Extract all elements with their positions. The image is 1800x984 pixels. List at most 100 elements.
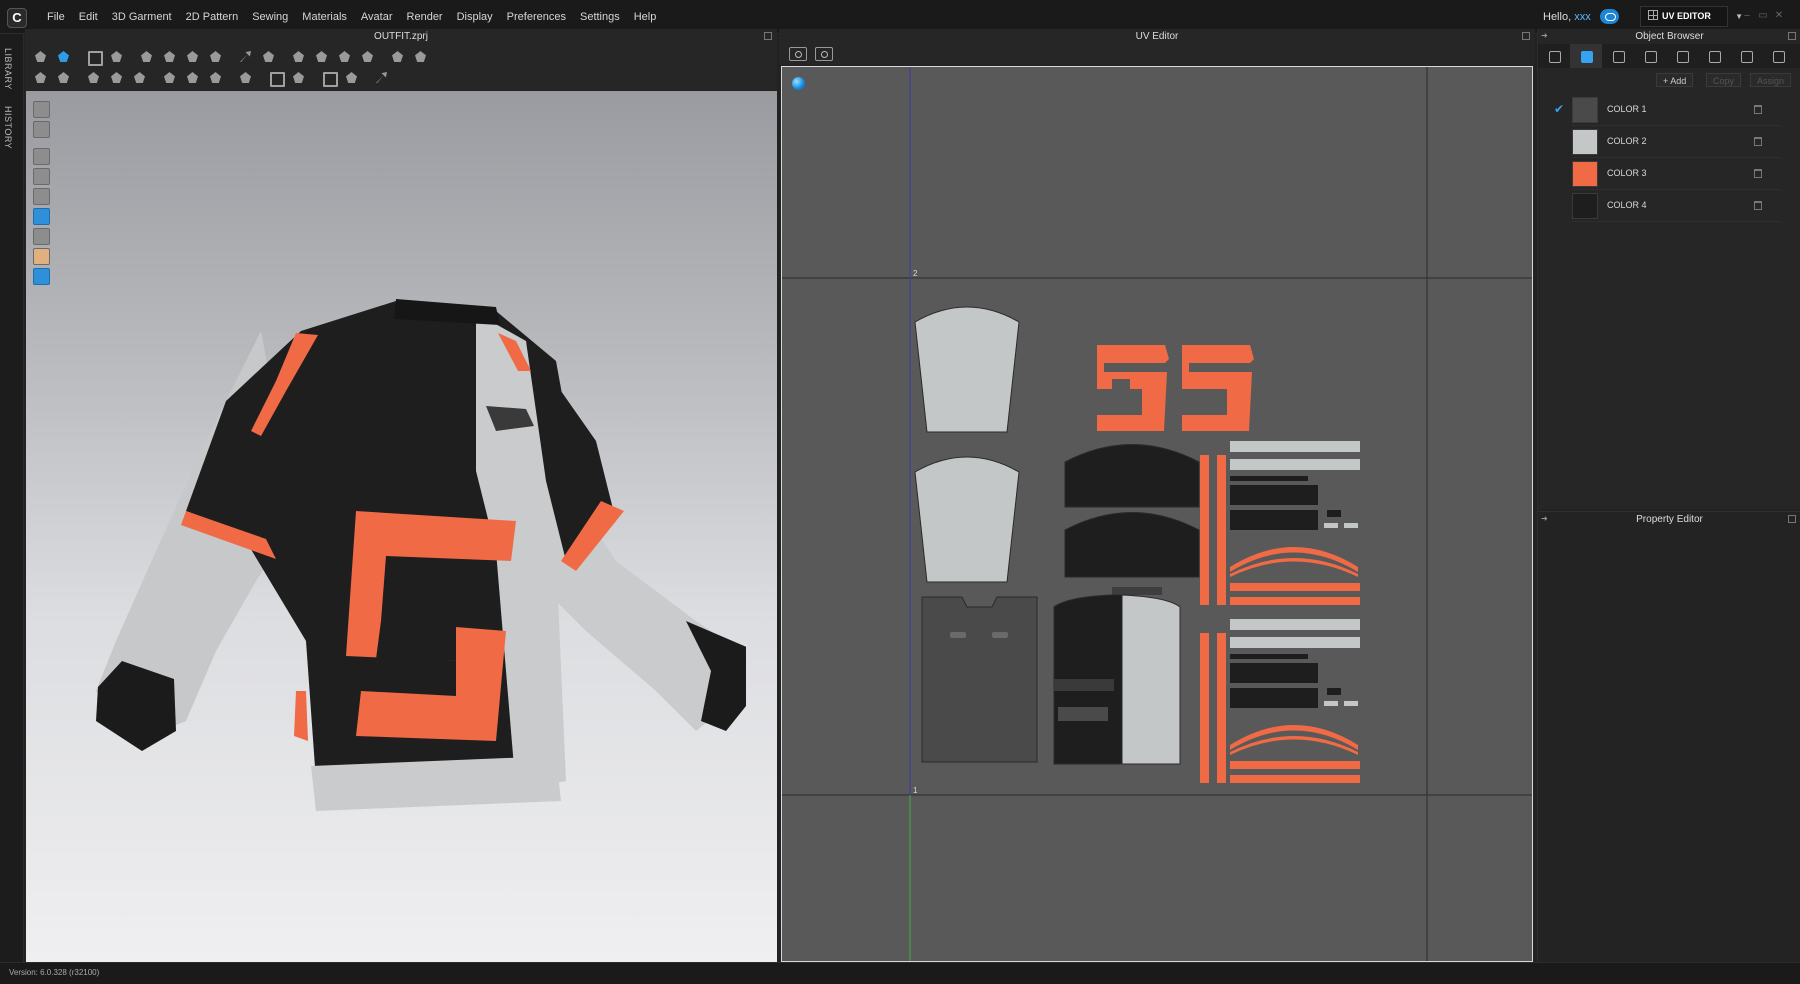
tack-icon[interactable] [107, 68, 126, 87]
zipper-icon[interactable] [1698, 44, 1730, 68]
fabric-swatch[interactable] [1572, 193, 1598, 219]
uv-tab-piece[interactable] [1327, 510, 1341, 517]
topstitch-icon[interactable] [1666, 44, 1698, 68]
fabric-swatch[interactable] [1572, 161, 1598, 187]
uv-trim-light[interactable] [1230, 637, 1360, 648]
uv-trim-strip[interactable] [1230, 761, 1360, 769]
panel-expand-icon[interactable] [1788, 515, 1796, 523]
uv-trim-strip[interactable] [1217, 633, 1226, 783]
uv-tab-piece[interactable] [1344, 701, 1358, 706]
texture-edit-icon[interactable] [266, 68, 285, 87]
uv-sleeve-piece[interactable] [914, 456, 1020, 583]
button-icon[interactable] [1602, 44, 1634, 68]
tack-on-avatar-icon[interactable] [130, 68, 149, 87]
buttonhole-icon[interactable] [183, 68, 202, 87]
maximize-icon[interactable]: ▭ [1757, 10, 1769, 22]
shirt-icon[interactable] [335, 47, 354, 66]
garment-back-icon[interactable] [411, 47, 430, 66]
trash-icon[interactable] [1754, 105, 1762, 114]
uv-trim-strip[interactable] [1230, 583, 1360, 591]
garment-front-icon[interactable] [388, 47, 407, 66]
fabric-display-icon[interactable] [33, 148, 50, 165]
trash-icon[interactable] [1754, 201, 1762, 210]
uv-trim-light[interactable] [1230, 619, 1360, 630]
avatar-skin-icon[interactable] [33, 188, 50, 205]
uv-trim-strip[interactable] [1200, 633, 1209, 783]
puckering-icon[interactable] [236, 68, 255, 87]
uv-trim-dark[interactable] [1230, 688, 1318, 708]
steam-icon[interactable] [259, 47, 278, 66]
minimize-icon[interactable]: – [1741, 10, 1753, 22]
texture-transform-icon[interactable] [289, 68, 308, 87]
panel-expand-icon[interactable] [764, 32, 772, 40]
graphic-icon[interactable] [1730, 44, 1762, 68]
uv-number-piece[interactable] [1097, 345, 1169, 431]
symmetry-icon[interactable] [372, 68, 391, 87]
uv-tab-piece[interactable] [1327, 688, 1341, 695]
assign-button[interactable]: Assign [1750, 73, 1792, 87]
uv-tab-piece[interactable] [1344, 523, 1358, 528]
pattern-outline-icon[interactable] [33, 168, 50, 185]
select-mesh-icon[interactable] [31, 47, 50, 66]
uv-trim-strip[interactable] [1200, 455, 1209, 605]
globe-icon[interactable] [792, 77, 805, 90]
panel-expand-icon[interactable] [1788, 32, 1796, 40]
fabric-list-item[interactable]: COLOR 2 [1538, 126, 1800, 158]
trash-icon[interactable] [1754, 137, 1762, 146]
uv-trim-dark[interactable] [1230, 654, 1308, 659]
fabric-list-item[interactable]: COLOR 3 [1538, 158, 1800, 190]
list-icon[interactable] [1538, 44, 1570, 68]
uv-number-piece[interactable] [1182, 345, 1254, 431]
uv-trim-light[interactable] [1230, 441, 1360, 452]
fabric-swatch[interactable] [1572, 129, 1598, 155]
uv-canvas[interactable]: 2 1 [781, 66, 1533, 962]
texture-display-icon[interactable] [33, 208, 50, 225]
move-icon[interactable] [54, 47, 73, 66]
buttonhole-icon[interactable] [1634, 44, 1666, 68]
uv-trim-dark[interactable] [1230, 663, 1318, 683]
uv-sleeve-piece[interactable] [914, 306, 1020, 433]
avatar-show-icon[interactable] [33, 248, 50, 265]
pin-icon[interactable] [137, 47, 156, 66]
capture-icon[interactable] [789, 47, 807, 61]
avatar-display-icon[interactable] [33, 101, 50, 118]
copy-button[interactable]: Copy [1706, 73, 1742, 87]
panel-expand-icon[interactable] [1522, 32, 1530, 40]
pin-box-icon[interactable] [160, 47, 179, 66]
uv-trim-strip[interactable] [1217, 455, 1226, 605]
capture-uv-icon[interactable] [815, 47, 833, 61]
app-logo-icon[interactable]: C [7, 8, 27, 28]
transform-icon[interactable] [107, 47, 126, 66]
globe-icon[interactable] [33, 268, 50, 285]
3d-viewport[interactable] [26, 91, 777, 962]
fold-icon[interactable] [183, 47, 202, 66]
uv-sleeve-cap[interactable] [1064, 512, 1200, 578]
graphic-icon[interactable] [319, 68, 338, 87]
garment-fit-icon[interactable] [312, 47, 331, 66]
shading-icon[interactable] [33, 228, 50, 245]
edit-sewing-icon[interactable] [84, 68, 103, 87]
measure-icon[interactable] [236, 47, 255, 66]
box-select-icon[interactable] [84, 47, 103, 66]
uv-collar-strip[interactable] [1112, 587, 1162, 595]
garment-display-icon[interactable] [33, 121, 50, 138]
uv-back-piece[interactable] [921, 596, 1038, 763]
segment-sewing-icon[interactable] [31, 68, 50, 87]
username-link[interactable]: xxx [1574, 11, 1591, 23]
uv-trim-light[interactable] [1230, 459, 1360, 470]
fabric-icon[interactable] [1570, 44, 1602, 68]
fold-arrange-icon[interactable] [206, 47, 225, 66]
uv-trim-dark[interactable] [1230, 485, 1318, 505]
add-button[interactable]: + Add [1656, 73, 1694, 87]
uv-sleeve-cap[interactable] [1064, 444, 1200, 508]
uv-trim-dark[interactable] [1230, 510, 1318, 530]
tab-history[interactable]: HISTORY [3, 106, 13, 149]
mode-dropdown[interactable]: UV EDITOR ▼ [1640, 6, 1743, 27]
close-icon[interactable]: ✕ [1773, 10, 1785, 22]
trash-icon[interactable] [1754, 169, 1762, 178]
fabric-swatch[interactable] [1572, 97, 1598, 123]
avatar-pose-icon[interactable] [358, 47, 377, 66]
fabric-list-item[interactable]: ✔ COLOR 1 [1538, 94, 1800, 126]
uv-tab-piece[interactable] [1324, 701, 1338, 706]
button-icon[interactable] [160, 68, 179, 87]
